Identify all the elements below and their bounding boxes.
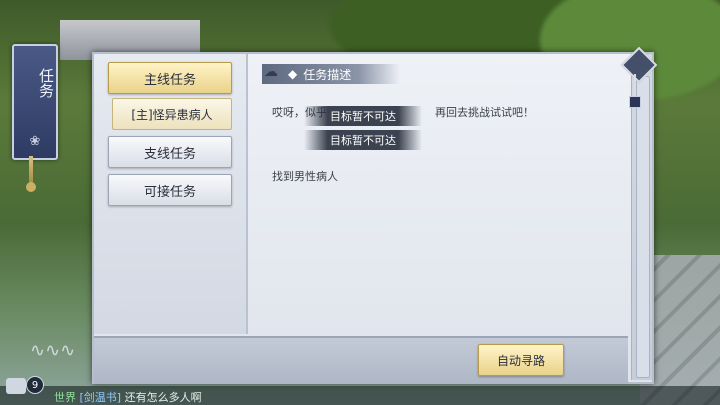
chat-sender-name[interactable]: [剑温书]: [80, 391, 122, 404]
chat-channel: 世界: [54, 391, 76, 404]
action-bar: 自动寻路: [94, 336, 628, 384]
quest-scroll-title: 任务: [37, 68, 55, 98]
auto-path-button[interactable]: 自动寻路: [478, 344, 564, 376]
cloud-swirl-icon: ☁: [264, 64, 278, 80]
tab-available-quest[interactable]: 可接任务: [108, 174, 232, 206]
diamond-icon: ◆: [288, 67, 298, 81]
quest-category-list: 主线任务 [主]怪异患病人 支线任务 可接任务: [94, 54, 248, 334]
knot-bead: [629, 96, 641, 108]
description-header-label: 任务描述: [303, 67, 352, 82]
tab-side-quest[interactable]: 支线任务: [108, 136, 232, 168]
quest-detail-area: ☁ ◆ 任务描述 哎呀，似乎 再回去挑战试试吧！ 目标暂不可达 目标暂不可达 找到…: [248, 54, 628, 334]
scroll-thumb[interactable]: [636, 76, 650, 378]
unreachable-toast: 目标暂不可达: [304, 106, 422, 126]
quest-goal-text: 找到男性病人: [272, 170, 338, 183]
chat-bubble-icon[interactable]: [6, 378, 26, 394]
chat-message-text: 还有怎么多人啊: [124, 391, 202, 404]
tab-main-quest[interactable]: 主线任务: [108, 62, 232, 94]
chat-unread-count: 9: [26, 376, 44, 394]
chat-message: 世界 [剑温书] 还有怎么多人啊: [54, 389, 202, 405]
tassel-decoration: [26, 156, 36, 192]
quest-item-strange-patient[interactable]: [主]怪异患病人: [112, 98, 232, 130]
lotus-icon: ❀: [29, 134, 41, 149]
description-text-tail: 再回去挑战试试吧！: [435, 106, 534, 119]
unreachable-toast: 目标暂不可达: [304, 130, 422, 150]
cloud-decoration-icon: ∿∿∿: [30, 340, 76, 361]
quest-scroll-tab[interactable]: 任务 ❀: [12, 44, 58, 160]
quest-panel: 主线任务 [主]怪异患病人 支线任务 可接任务 ☁ ◆ 任务描述 哎呀，似乎 再回…: [92, 52, 654, 384]
